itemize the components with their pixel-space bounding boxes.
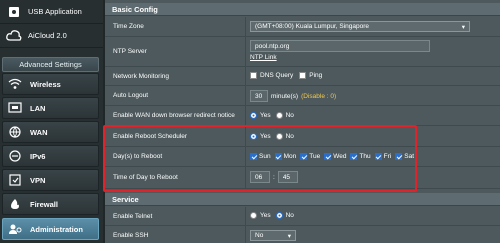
cloud-icon [6,29,22,43]
chevron-down-icon: ▾ [287,232,291,240]
row-network-monitoring: Network Monitoring DNS Query Ping [105,67,500,86]
row-telnet: Enable Telnet Yes No [105,207,500,226]
chevron-down-icon: ▾ [461,23,465,31]
vpn-icon [8,174,22,186]
ntp-server-input[interactable]: pool.ntp.org [250,40,430,52]
ntp-server-label: NTP Server [113,48,147,55]
ssh-label: Enable SSH [113,232,149,239]
lan-icon [8,102,22,114]
wan-redirect-no-radio[interactable] [275,112,283,119]
row-ntp-server: NTP Server pool.ntp.org NTP Link [105,37,500,67]
sidebar-item-label: WAN [30,127,48,137]
sidebar-item-label: Firewall [30,199,58,209]
sidebar-item-ipv6[interactable]: IPv6 [2,145,99,167]
section-title-basic-config: Basic Config [105,3,500,16]
sidebar-item-label: VPN [30,175,46,185]
auto-logout-input[interactable]: 30 [250,90,268,102]
sidebar-item-label: Administration [30,224,83,234]
admin-icon [8,223,22,235]
advanced-settings-header: Advanced Settings [2,57,99,72]
sidebar-item-label: LAN [30,103,46,113]
sidebar-item-label: USB Application [28,7,82,16]
ntp-link[interactable]: NTP Link [250,54,277,61]
sidebar-item-label: Wireless [30,79,61,89]
sidebar-item-firewall[interactable]: Firewall [2,193,99,215]
sidebar-item-label: AiCloud 2.0 [28,31,67,40]
telnet-no-radio[interactable] [275,212,283,219]
telnet-label: Enable Telnet [113,213,153,220]
network-monitoring-label: Network Monitoring [113,73,169,80]
sidebar-item-lan[interactable]: LAN [2,97,99,119]
ping-checkbox[interactable] [299,72,307,79]
wifi-icon [8,78,22,90]
time-zone-label: Time Zone [113,23,144,30]
reboot-scheduler-highlight-box [103,125,417,192]
row-auto-logout: Auto Logout 30 minute(s) (Disable : 0) [105,86,500,106]
sidebar-item-wireless[interactable]: Wireless [2,73,99,95]
section-title-service: Service [105,193,500,206]
row-wan-redirect: Enable WAN down browser redirect notice … [105,106,500,126]
sidebar-item-administration[interactable]: Administration [2,218,99,240]
usb-puzzle-icon [6,5,22,19]
sidebar-item-label: IPv6 [30,151,46,161]
auto-logout-label: Auto Logout [113,92,149,99]
wan-redirect-yes-radio[interactable] [250,112,257,119]
sidebar-item-aicloud[interactable]: AiCloud 2.0 [0,24,103,48]
sidebar: USB Application AiCloud 2.0 Advanced Set… [0,0,103,243]
row-ssh: Enable SSH No ▾ [105,226,500,243]
firewall-icon [8,198,22,210]
wan-redirect-label: Enable WAN down browser redirect notice [113,112,235,119]
globe-icon [8,126,22,138]
dns-query-checkbox[interactable] [250,72,257,79]
ipv6-icon [8,150,22,162]
time-zone-select[interactable]: (GMT+08:00) Kuala Lumpur, Singapore ▾ [250,21,470,32]
row-time-zone: Time Zone (GMT+08:00) Kuala Lumpur, Sing… [105,17,500,37]
ssh-select[interactable]: No ▾ [250,230,296,241]
auto-logout-note: (Disable : 0) [301,92,337,100]
sidebar-item-usb-application[interactable]: USB Application [0,0,103,24]
telnet-yes-radio[interactable] [250,212,257,219]
sidebar-item-vpn[interactable]: VPN [2,169,99,191]
sidebar-item-wan[interactable]: WAN [2,121,99,143]
